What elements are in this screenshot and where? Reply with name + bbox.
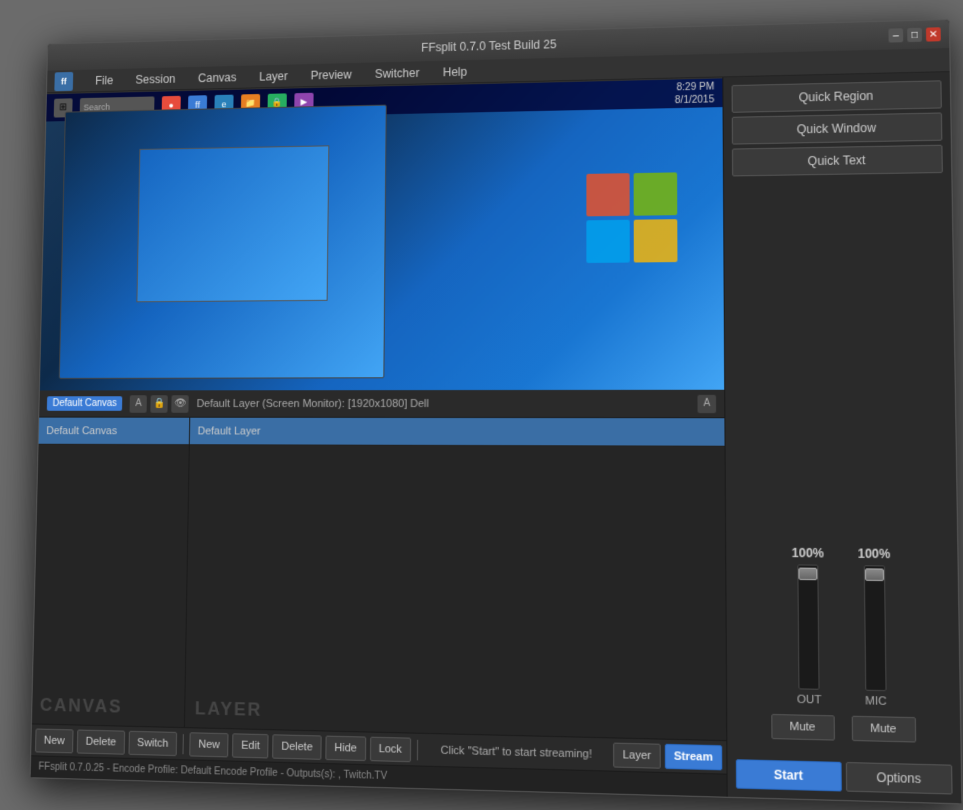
layer-icon-a1[interactable]: A bbox=[129, 395, 146, 413]
canvas-item-default[interactable]: Default Canvas bbox=[38, 418, 189, 446]
mute-buttons-row: Mute Mute bbox=[770, 714, 915, 743]
canvas-section-label: CANVAS bbox=[39, 695, 122, 718]
layer-delete-button[interactable]: Delete bbox=[272, 734, 321, 760]
layer-icons: A 🔒 👁 bbox=[129, 395, 188, 413]
close-button[interactable]: ✕ bbox=[925, 27, 940, 41]
menu-switcher[interactable]: Switcher bbox=[370, 64, 423, 83]
canvas-layer-panels: Default Canvas Default Layer CANVAS LAYE… bbox=[31, 418, 725, 741]
main-content: ⊞ Search ● ff e 📁 🔒 ▶ 8:29 PM 8/1/2015 D… bbox=[30, 72, 961, 803]
stream-button[interactable]: Stream bbox=[664, 743, 722, 770]
layer-item-default[interactable]: Default Layer bbox=[189, 418, 724, 447]
title-bar-controls: – □ ✕ bbox=[888, 27, 940, 42]
mute-mic-button[interactable]: Mute bbox=[851, 716, 916, 743]
layer-hide-button[interactable]: Hide bbox=[325, 735, 366, 760]
quick-window-button[interactable]: Quick Window bbox=[731, 112, 942, 144]
layer-panel: Default Layer bbox=[184, 418, 725, 740]
options-button[interactable]: Options bbox=[845, 762, 952, 795]
layer-icon-a2[interactable]: A bbox=[697, 394, 716, 412]
menu-preview[interactable]: Preview bbox=[306, 65, 355, 83]
canvas-panel: Default Canvas bbox=[31, 418, 189, 728]
start-options-row: Start Options bbox=[727, 755, 961, 804]
toolbar-separator-2 bbox=[416, 739, 417, 760]
toolbar-separator-1 bbox=[182, 734, 183, 754]
layer-lock-button[interactable]: Lock bbox=[369, 736, 410, 762]
out-slider-container: 100% OUT bbox=[791, 546, 825, 707]
out-thumb[interactable] bbox=[798, 568, 817, 581]
menu-layer[interactable]: Layer bbox=[255, 67, 291, 85]
layer-info-bar: Default Canvas A 🔒 👁 Default Layer (Scre… bbox=[39, 390, 724, 418]
mic-thumb[interactable] bbox=[864, 568, 883, 581]
layer-icon-lock[interactable]: 🔒 bbox=[150, 395, 167, 413]
layer-icon-eye[interactable]: 👁 bbox=[171, 395, 188, 413]
layer-new-button[interactable]: New bbox=[189, 732, 228, 757]
app-logo: ff bbox=[54, 71, 73, 90]
out-value: 100% bbox=[791, 546, 823, 561]
menu-session[interactable]: Session bbox=[131, 70, 179, 88]
flag-q1 bbox=[586, 173, 629, 216]
windows-logo-area bbox=[571, 118, 693, 318]
maximize-button[interactable]: □ bbox=[907, 28, 922, 42]
menu-file[interactable]: File bbox=[91, 71, 117, 89]
flag-q2 bbox=[633, 172, 677, 215]
sliders-row: 100% OUT 100% MIC bbox=[788, 198, 892, 708]
windows-flag bbox=[586, 172, 677, 263]
out-label: OUT bbox=[796, 694, 821, 707]
right-panel: Quick Region Quick Window Quick Text 100… bbox=[722, 72, 961, 803]
canvas-switch-button[interactable]: Switch bbox=[128, 730, 177, 755]
minimize-button[interactable]: – bbox=[888, 28, 903, 42]
out-slider[interactable] bbox=[797, 564, 819, 689]
canvas-label: Default Canvas bbox=[46, 396, 122, 411]
canvas-new-button[interactable]: New bbox=[35, 728, 74, 753]
taskbar-time: 8:29 PM 8/1/2015 bbox=[674, 80, 714, 107]
mic-slider-container: 100% MIC bbox=[857, 546, 892, 708]
mic-value: 100% bbox=[857, 546, 890, 561]
time-display: 8:29 PM bbox=[674, 80, 714, 94]
nested-screen-inner bbox=[136, 145, 329, 302]
start-button[interactable]: Start bbox=[735, 759, 841, 791]
layer-edit-button[interactable]: Edit bbox=[232, 733, 268, 758]
layer-label-btn[interactable]: Layer bbox=[613, 742, 660, 768]
mute-out-button[interactable]: Mute bbox=[770, 714, 834, 741]
canvas-delete-button[interactable]: Delete bbox=[76, 729, 124, 754]
quick-region-button[interactable]: Quick Region bbox=[731, 80, 941, 113]
status-text: FFsplit 0.7.0.25 - Encode Profile: Defau… bbox=[38, 761, 387, 782]
preview-canvas: ⊞ Search ● ff e 📁 🔒 ▶ 8:29 PM 8/1/2015 bbox=[39, 77, 723, 390]
quick-buttons: Quick Region Quick Window Quick Text bbox=[723, 72, 951, 184]
preview-area: ⊞ Search ● ff e 📁 🔒 ▶ 8:29 PM 8/1/2015 D… bbox=[30, 77, 726, 796]
menu-canvas[interactable]: Canvas bbox=[194, 68, 240, 86]
layer-description: Default Layer (Screen Monitor): [1920x10… bbox=[196, 397, 689, 409]
stream-status: Click "Start" to start streaming! bbox=[423, 744, 608, 761]
date-display: 8/1/2015 bbox=[674, 93, 714, 107]
mic-label: MIC bbox=[865, 695, 887, 708]
flag-q4 bbox=[633, 219, 677, 262]
mic-slider[interactable] bbox=[863, 565, 886, 691]
app-window: FFsplit 0.7.0 Test Build 25 – □ ✕ ff Fil… bbox=[29, 19, 962, 804]
volume-area: 100% OUT 100% MIC bbox=[724, 181, 961, 761]
layer-section-label: LAYER bbox=[194, 698, 262, 721]
flag-q3 bbox=[586, 220, 629, 263]
menu-help[interactable]: Help bbox=[438, 62, 470, 80]
nested-screen bbox=[58, 105, 386, 379]
quick-text-button[interactable]: Quick Text bbox=[731, 145, 942, 177]
